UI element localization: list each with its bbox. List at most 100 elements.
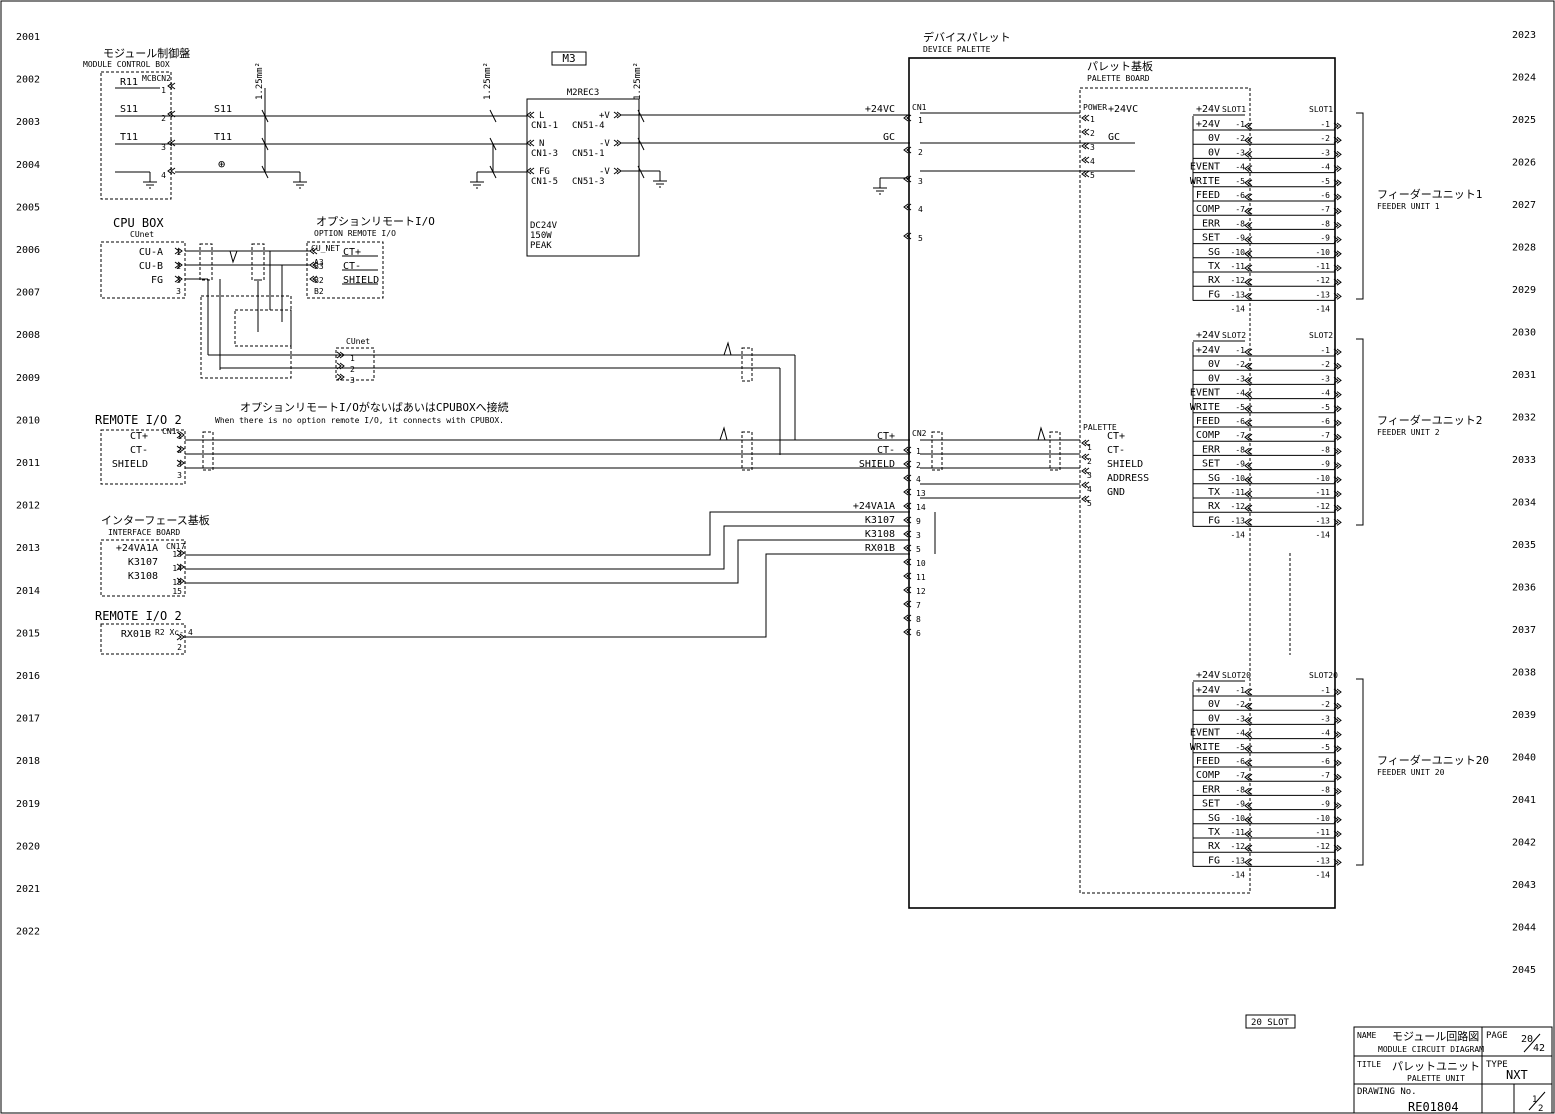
feeder-pin-left: -14	[1231, 871, 1246, 880]
feeder-pin-right: -10	[1316, 474, 1331, 483]
tb-type: NXT	[1506, 1068, 1528, 1082]
row-number-left: 2018	[16, 756, 40, 767]
dp-cn1: CN1	[912, 103, 927, 112]
feeder-pin-right: -6	[1320, 757, 1330, 766]
m3-spec: PEAK	[530, 241, 552, 251]
mcb-pin: 4	[161, 171, 166, 180]
row-number-left: 2015	[16, 628, 40, 639]
connector-chevron	[903, 558, 912, 566]
row-number-left: 2021	[16, 884, 40, 895]
pb-palette-pin: 1	[1087, 443, 1092, 452]
connector-chevron	[1081, 170, 1090, 178]
dp-cn1-pin: 4	[918, 205, 923, 214]
rx01b-signal: RX01B	[121, 629, 151, 640]
feeder-pin-left: -6	[1235, 757, 1245, 766]
feeder-pin-right: -14	[1316, 871, 1331, 880]
cunet-pin: 1	[350, 354, 355, 363]
feeder-unit-title-en: FEEDER UNIT 1	[1377, 202, 1440, 211]
dp-cn1-pin: 2	[918, 148, 923, 157]
feeder-pin-left: -5	[1235, 743, 1245, 752]
tb-title-jp: パレットユニット	[1392, 1060, 1480, 1073]
feeder-pin-right: -1	[1320, 346, 1330, 355]
feeder-pin-left: -10	[1231, 474, 1246, 483]
connector-chevron	[1244, 433, 1253, 441]
row-number-left: 2014	[16, 586, 40, 597]
twist	[222, 250, 245, 264]
dp-cn2-pin: 10	[916, 559, 926, 568]
row-number-left: 2022	[16, 927, 40, 938]
interface-signal: K3107	[128, 557, 158, 568]
module-control-box-title-en: MODULE CONTROL BOX	[83, 60, 170, 69]
feeder-pin-left: -8	[1235, 785, 1245, 794]
connector-chevron	[903, 203, 912, 211]
row-number-right: 2043	[1512, 880, 1536, 891]
connector-chevron	[613, 167, 622, 175]
row-number-left: 2019	[16, 799, 40, 810]
interface-board-title-en: INTERFACE BOARD	[108, 528, 180, 537]
connector-chevron	[1244, 519, 1253, 526]
cpu-box-net: CUnet	[130, 230, 154, 239]
m3-right-cn: CN51-3	[572, 177, 605, 187]
feeder-pin-right: -14	[1316, 305, 1331, 314]
interface-signal: K3108	[128, 571, 158, 582]
feeder-unit-title: フィーダーユニット1	[1377, 187, 1482, 201]
interface-pin: 15	[172, 587, 182, 596]
dp-cn2-pin: 12	[916, 587, 926, 596]
connector-chevron	[903, 544, 912, 552]
dp-cn2: CN2	[912, 429, 927, 438]
dp-cn2-pin: 14	[916, 503, 926, 512]
dp-signal-24va1a: +24VA1A	[853, 501, 895, 512]
connector-chevron	[903, 572, 912, 580]
connector-chevron	[1244, 462, 1253, 469]
remote-io2-signal: CT-	[130, 445, 148, 456]
feeder-pin-left: -4	[1235, 163, 1245, 172]
tb-name-jp: モジュール回路図	[1392, 1030, 1479, 1043]
feeder-pin-left: -12	[1231, 842, 1246, 851]
row-number-right: 2028	[1512, 243, 1536, 254]
option-remote-pin: B2	[314, 287, 324, 296]
row-number-right: 2024	[1512, 73, 1536, 84]
row-number-right: 2035	[1512, 540, 1536, 551]
feeder-signal: FG	[1208, 289, 1220, 300]
feeder-pin-left: -7	[1235, 205, 1245, 214]
remote-io2-signal: SHIELD	[112, 459, 148, 470]
connector-chevron	[903, 530, 912, 538]
row-number-left: 2007	[16, 288, 40, 299]
interface-pin: 14	[172, 564, 182, 573]
feeder-signal: FEED	[1196, 756, 1220, 767]
dp-signal-ct-plus: CT+	[877, 431, 895, 442]
feeder-pin-right: -2	[1320, 360, 1330, 369]
row-number-right: 2025	[1512, 115, 1536, 126]
feeder-pin-left: -5	[1235, 177, 1245, 186]
remote-io2b-title: REMOTE I/O 2	[95, 609, 182, 623]
pb-power-pin: 5	[1090, 171, 1095, 180]
dp-cn2-pin: 13	[916, 489, 926, 498]
connector-chevron	[1244, 816, 1253, 824]
feeder-pin-left: -6	[1235, 191, 1245, 200]
shield-ellipse	[741, 431, 753, 471]
label-t11: T11	[214, 132, 232, 143]
feeder-pin-right: -8	[1320, 445, 1330, 454]
feeder-signal: FG	[1208, 515, 1220, 526]
feeder-signal: EVENT	[1190, 388, 1220, 399]
wire-size-label: 1.25mm²	[255, 62, 265, 100]
row-number-right: 2032	[1512, 413, 1536, 424]
pb-power-pin: 4	[1090, 157, 1095, 166]
row-number-left: 2011	[16, 458, 40, 469]
feeder-signal: ERR	[1202, 784, 1221, 795]
feeder-signal: WRITE	[1190, 742, 1220, 753]
feeder-slot-right: SLOT1	[1309, 105, 1333, 114]
feeder-head: +24V	[1196, 330, 1220, 341]
feeder-bracket	[1356, 678, 1364, 866]
cunet-route	[200, 295, 292, 379]
interface-pin: 13	[172, 550, 182, 559]
feeder-pin-right: -7	[1320, 431, 1330, 440]
m3-right-pin: +V	[599, 111, 610, 121]
wire-rx01b	[185, 553, 910, 638]
m3-model: M2REC3	[567, 88, 600, 98]
feeder-signal: FEED	[1196, 190, 1220, 201]
feeder-signal: SET	[1202, 799, 1220, 810]
connector-chevron	[903, 586, 912, 594]
connector-chevron	[903, 460, 912, 468]
mcb-signal-s11: S11	[120, 104, 138, 115]
